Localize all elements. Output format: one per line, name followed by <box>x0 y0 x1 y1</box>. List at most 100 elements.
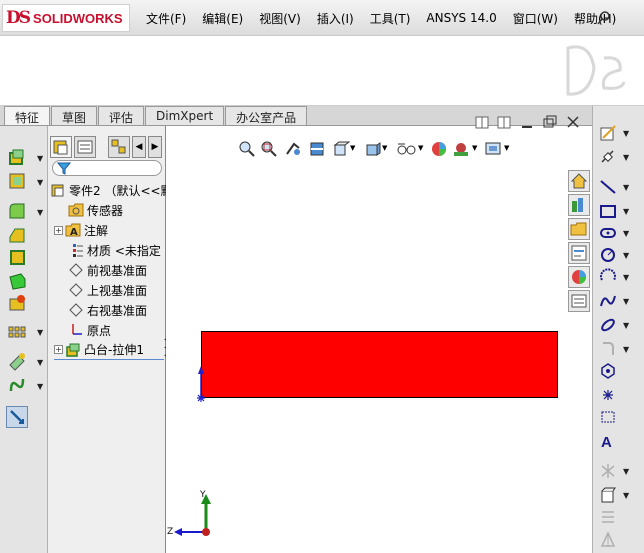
linear-pattern-button[interactable]: ▼ <box>6 320 43 342</box>
scroll-right-button[interactable]: ▶ <box>148 136 162 158</box>
viewport-split-icon[interactable] <box>475 116 489 129</box>
chevron-down-icon[interactable]: ▼ <box>623 297 629 306</box>
view-palette-tab[interactable] <box>568 242 590 264</box>
rectangle-button[interactable]: ▼ <box>599 202 629 220</box>
mirror-entities-button[interactable] <box>599 530 617 548</box>
chevron-down-icon[interactable]: ▼ <box>623 491 629 500</box>
zoom-to-fit-icon[interactable] <box>238 140 256 158</box>
tab-features[interactable]: 特征 <box>4 106 51 125</box>
tab-office-products[interactable]: 办公室产品 <box>225 106 308 125</box>
smart-dimension-button[interactable]: ▼ <box>599 148 629 166</box>
solidworks-resources-tab[interactable] <box>568 170 590 192</box>
custom-properties-tab[interactable] <box>568 290 590 312</box>
menu-insert[interactable]: 插入(I) <box>309 10 362 27</box>
section-view-icon[interactable] <box>308 140 326 158</box>
sketch-button[interactable]: ▼ <box>599 124 629 142</box>
tree-row-annotations[interactable]: + A 注解 <box>54 220 108 240</box>
chevron-down-icon[interactable]: ▼ <box>623 207 629 216</box>
slot-button[interactable]: ▼ <box>599 224 629 242</box>
expand-icon[interactable]: + <box>54 225 63 235</box>
curves-button[interactable]: ▼ <box>6 374 43 396</box>
sketch-fillet-button[interactable]: ▼ <box>599 340 629 358</box>
tab-featuremanager[interactable] <box>50 136 72 158</box>
chevron-down-icon[interactable]: ▼ <box>623 129 629 138</box>
reference-geometry-button[interactable]: ▼ <box>6 350 43 372</box>
tab-configurationmanager[interactable] <box>108 136 130 158</box>
extruded-boss-button[interactable]: ▼ <box>6 146 43 168</box>
draft-button[interactable] <box>6 292 28 314</box>
menu-tools[interactable]: 工具(T) <box>362 10 419 27</box>
chamfer-button[interactable] <box>6 224 28 246</box>
chevron-down-icon[interactable]: ▼ <box>623 321 629 330</box>
chevron-down-icon[interactable]: ▼ <box>623 153 629 162</box>
view-orientation-icon[interactable] <box>332 140 350 158</box>
solidworks-logo[interactable]: DS SOLIDWORKS <box>2 4 130 32</box>
circle-button[interactable]: ▼ <box>599 246 629 264</box>
viewport-split-icon[interactable] <box>497 116 511 129</box>
extruded-body[interactable] <box>201 331 558 398</box>
spline-button[interactable]: ▼ <box>599 292 629 310</box>
close-icon[interactable] <box>567 116 579 128</box>
polygon-button[interactable] <box>599 362 617 380</box>
tree-row-right-plane[interactable]: 右视基准面 <box>68 300 147 320</box>
scroll-left-button[interactable]: ◀ <box>132 136 146 158</box>
chevron-down-icon[interactable]: ▼ <box>623 273 629 282</box>
chevron-down-icon[interactable]: ▼ <box>623 229 629 238</box>
tree-row-front-plane[interactable]: 前视基准面 <box>68 260 147 280</box>
chevron-down-icon[interactable]: ▼ <box>472 144 477 152</box>
pin-icon[interactable] <box>596 10 612 26</box>
restore-icon[interactable] <box>543 115 557 128</box>
tab-dimxpert[interactable]: DimXpert <box>145 106 225 125</box>
zoom-to-area-icon[interactable] <box>260 140 278 158</box>
edit-appearance-icon[interactable] <box>430 140 448 158</box>
chevron-down-icon[interactable]: ▼ <box>37 178 43 187</box>
instant3d-button[interactable] <box>6 406 28 428</box>
chevron-down-icon[interactable]: ▼ <box>623 183 629 192</box>
chevron-down-icon[interactable]: ▼ <box>37 382 43 391</box>
file-explorer-tab[interactable] <box>568 218 590 240</box>
appearances-tab[interactable] <box>568 266 590 288</box>
chevron-down-icon[interactable]: ▼ <box>37 154 43 163</box>
menu-window[interactable]: 窗口(W) <box>505 10 566 27</box>
chevron-down-icon[interactable]: ▼ <box>623 467 629 476</box>
chevron-down-icon[interactable]: ▼ <box>623 345 629 354</box>
chevron-down-icon[interactable]: ▼ <box>504 144 509 152</box>
tab-sketch[interactable]: 草图 <box>51 106 98 125</box>
shell-button[interactable] <box>6 246 28 268</box>
offset-entities-button[interactable] <box>599 508 617 526</box>
view-settings-icon[interactable] <box>484 140 502 158</box>
chevron-down-icon[interactable]: ▼ <box>418 144 423 152</box>
menu-ansys[interactable]: ANSYS 14.0 <box>418 11 504 25</box>
chevron-down-icon[interactable]: ▼ <box>623 251 629 260</box>
menu-view[interactable]: 视图(V) <box>251 10 309 27</box>
rib-button[interactable] <box>6 270 28 292</box>
chevron-down-icon[interactable]: ▼ <box>37 328 43 337</box>
plane-button[interactable] <box>599 408 617 426</box>
tree-row-boss-extrude[interactable]: + 凸台-拉伸1 <box>54 340 164 360</box>
fillet-button[interactable]: ▼ <box>6 200 43 222</box>
tab-propertymanager[interactable] <box>74 136 96 158</box>
tab-evaluate[interactable]: 评估 <box>98 106 145 125</box>
hide-show-items-icon[interactable] <box>396 140 418 158</box>
menu-edit[interactable]: 编辑(E) <box>194 10 251 27</box>
line-button[interactable]: ▼ <box>599 178 629 196</box>
ellipse-button[interactable]: ▼ <box>599 316 629 334</box>
revolved-boss-button[interactable]: ▼ <box>6 170 43 192</box>
tree-row-sensors[interactable]: 传感器 <box>68 200 123 220</box>
sketch-text-button[interactable]: A <box>599 432 617 451</box>
arc-button[interactable]: ▼ <box>599 268 629 286</box>
tree-row-origin[interactable]: 原点 <box>68 320 111 340</box>
expand-icon[interactable]: + <box>54 345 63 354</box>
chevron-down-icon[interactable]: ▼ <box>37 358 43 367</box>
tree-row-part[interactable]: 零件2 （默认<<默 <box>50 180 173 200</box>
filter-input[interactable] <box>52 160 162 176</box>
chevron-down-icon[interactable]: ▼ <box>382 144 387 152</box>
convert-entities-button[interactable]: ▼ <box>599 486 629 504</box>
chevron-down-icon[interactable]: ▼ <box>37 208 43 217</box>
trim-button[interactable]: ▼ <box>599 462 629 480</box>
menu-file[interactable]: 文件(F) <box>138 10 194 27</box>
design-library-tab[interactable] <box>568 194 590 216</box>
chevron-down-icon[interactable]: ▼ <box>350 144 355 152</box>
apply-scene-icon[interactable] <box>452 140 470 158</box>
tree-row-top-plane[interactable]: 上视基准面 <box>68 280 147 300</box>
